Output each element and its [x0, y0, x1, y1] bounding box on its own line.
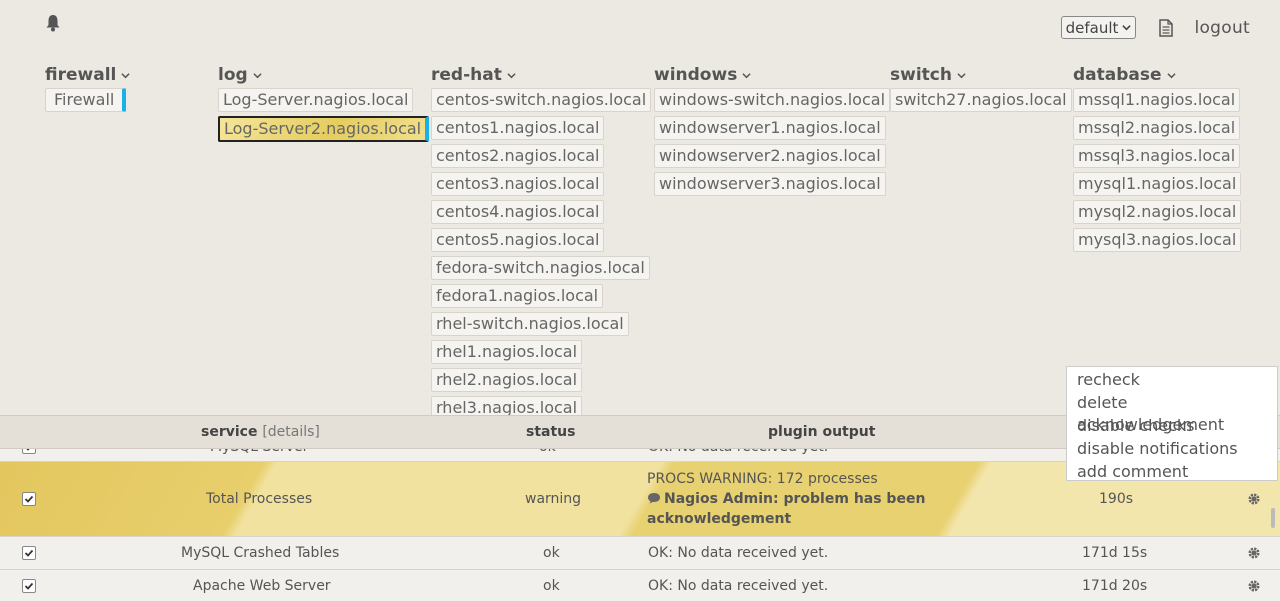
host-item[interactable]: mysql2.nagios.local: [1073, 200, 1242, 224]
chevron-down-icon: [1166, 72, 1176, 78]
host-item[interactable]: mssql3.nagios.local: [1073, 144, 1241, 168]
header-service[interactable]: service [details]: [201, 424, 320, 440]
group-switch: switch switch27.nagios.local: [890, 65, 1072, 116]
header-status[interactable]: status: [526, 424, 575, 440]
row-output: OK: No data received yet.: [648, 578, 829, 594]
group-log: log Log-Server.nagios.local Log-Server2.…: [218, 65, 430, 146]
row-status: ok: [543, 545, 560, 561]
table-row[interactable]: Apache Web Server ok OK: No data receive…: [0, 570, 1280, 601]
host-log-server2[interactable]: Log-Server2.nagios.local: [218, 116, 430, 142]
row-output: PROCS WARNING: 172 processes: [647, 471, 878, 487]
group-firewall: firewall Firewall: [45, 65, 130, 116]
document-icon[interactable]: [1158, 18, 1174, 37]
host-item[interactable]: mysql1.nagios.local: [1073, 172, 1242, 196]
group-title-label: database: [1073, 65, 1162, 85]
host-log-server[interactable]: Log-Server.nagios.local: [218, 88, 414, 112]
row-comment-text: Nagios Admin: problem has been acknowled…: [647, 491, 926, 527]
bell-icon[interactable]: [45, 14, 61, 32]
menu-item-disable-checks[interactable]: disable checks: [1067, 415, 1277, 438]
group-database: database mssql1.nagios.local mssql2.nagi…: [1073, 65, 1242, 256]
host-item[interactable]: fedora1.nagios.local: [431, 284, 604, 308]
host-item[interactable]: rhel1.nagios.local: [431, 340, 583, 364]
group-title-windows[interactable]: windows: [654, 65, 890, 85]
view-select[interactable]: default: [1060, 16, 1137, 39]
row-duration: 171d 20s: [1082, 578, 1148, 594]
row-checkbox[interactable]: [22, 546, 36, 560]
gear-icon[interactable]: [1247, 546, 1261, 560]
row-output-block: PROCS WARNING: 172 processes Nagios Admi…: [647, 469, 947, 529]
host-firewall[interactable]: Firewall: [45, 88, 127, 112]
group-title-label: firewall: [45, 65, 117, 85]
row-status: warning: [525, 491, 582, 507]
row-service: Apache Web Server: [193, 578, 331, 594]
chevron-down-icon: [507, 72, 516, 78]
group-title-label: windows: [654, 65, 738, 85]
host-item[interactable]: mssql2.nagios.local: [1073, 116, 1241, 140]
group-title-firewall[interactable]: firewall: [45, 65, 130, 85]
row-duration: 171d 15s: [1082, 545, 1148, 561]
host-item[interactable]: centos1.nagios.local: [431, 116, 605, 140]
chevron-down-icon: [742, 72, 751, 78]
details-link[interactable]: [details]: [262, 424, 320, 440]
host-item[interactable]: windowserver2.nagios.local: [654, 144, 886, 168]
comment-icon: [648, 493, 660, 504]
group-title-label: switch: [890, 65, 952, 85]
chevron-down-icon: [957, 72, 966, 78]
host-item[interactable]: centos-switch.nagios.local: [431, 88, 652, 112]
menu-item-disable-notifications[interactable]: disable notifications: [1067, 438, 1277, 461]
table-row[interactable]: MySQL Crashed Tables ok OK: No data rece…: [0, 537, 1280, 570]
row-output: OK: No data received yet.: [648, 545, 829, 561]
row-service: MySQL Crashed Tables: [181, 545, 340, 561]
logout-link[interactable]: logout: [1194, 18, 1250, 38]
header-plugin-output[interactable]: plugin output: [768, 424, 875, 440]
group-title-label: log: [218, 65, 248, 85]
menu-item-recheck[interactable]: recheck: [1067, 369, 1277, 392]
host-item[interactable]: windows-switch.nagios.local: [654, 88, 891, 112]
host-item[interactable]: fedora-switch.nagios.local: [431, 256, 650, 280]
chevron-down-icon: [1122, 25, 1132, 31]
host-item[interactable]: centos2.nagios.local: [431, 144, 605, 168]
row-checkbox[interactable]: [22, 492, 36, 506]
row-checkbox[interactable]: [22, 579, 36, 593]
host-item[interactable]: mysql3.nagios.local: [1073, 228, 1242, 252]
host-item[interactable]: windowserver3.nagios.local: [654, 172, 886, 196]
gear-icon[interactable]: [1247, 579, 1261, 593]
host-item[interactable]: centos5.nagios.local: [431, 228, 605, 252]
chevron-down-icon: [253, 72, 262, 78]
row-status: ok: [543, 578, 560, 594]
host-item[interactable]: centos3.nagios.local: [431, 172, 605, 196]
top-right-controls: default logout: [1060, 16, 1250, 39]
chevron-down-icon: [121, 72, 130, 78]
row-service: Total Processes: [206, 491, 313, 507]
gear-icon[interactable]: [1247, 492, 1261, 506]
host-item[interactable]: windowserver1.nagios.local: [654, 116, 886, 140]
group-title-red-hat[interactable]: red-hat: [431, 65, 651, 85]
header-service-label: service: [201, 424, 258, 440]
group-title-database[interactable]: database: [1073, 65, 1241, 85]
menu-item-add-comment[interactable]: add comment: [1067, 461, 1277, 484]
row-comment: Nagios Admin: problem has been acknowled…: [647, 489, 947, 529]
view-select-value: default: [1065, 18, 1119, 37]
host-item[interactable]: mssql1.nagios.local: [1073, 88, 1241, 112]
group-windows: windows windows-switch.nagios.local wind…: [654, 65, 891, 200]
scrollbar-thumb[interactable]: [1271, 508, 1275, 528]
row-duration: 190s: [1099, 491, 1134, 507]
group-title-log[interactable]: log: [218, 65, 429, 85]
context-menu: recheck delete acknowledgement disable c…: [1066, 366, 1278, 481]
group-red-hat: red-hat centos-switch.nagios.local cento…: [431, 65, 652, 424]
group-title-label: red-hat: [431, 65, 502, 85]
host-item[interactable]: switch27.nagios.local: [890, 88, 1072, 112]
group-title-switch[interactable]: switch: [890, 65, 1072, 85]
host-item[interactable]: rhel-switch.nagios.local: [431, 312, 629, 336]
menu-item-delete-acknowledgement[interactable]: delete acknowledgement: [1067, 392, 1277, 434]
host-item[interactable]: centos4.nagios.local: [431, 200, 605, 224]
host-item[interactable]: rhel2.nagios.local: [431, 368, 583, 392]
